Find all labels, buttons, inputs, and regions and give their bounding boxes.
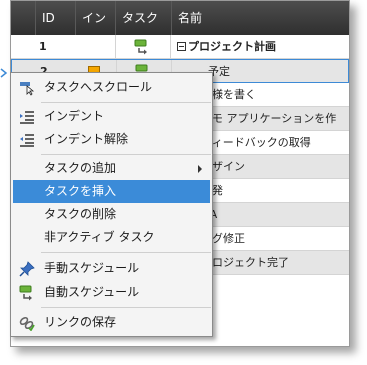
menu-item-label: 手動スケジュール (44, 261, 140, 275)
menu-item-label: タスクの追加 (44, 161, 117, 175)
menu-item-save-links[interactable]: リンクの保存 (13, 311, 210, 334)
row-indicator (75, 35, 115, 59)
menu-separator (41, 252, 211, 253)
header-cell-task-mode[interactable]: タスク (115, 1, 171, 35)
menu-item-label: タスクの削除 (44, 207, 117, 221)
row-name: プロジェクト計画 (171, 35, 349, 59)
current-row-marker-icon (0, 68, 8, 78)
context-menu: タスクへスクロール インデント インデント解除 タスクの追加 タスクを挿入 タス… (10, 72, 213, 337)
menu-item-label: タスクを挿入 (44, 184, 117, 198)
table-row[interactable]: 1 プロジェクト計画 (11, 35, 349, 59)
header-cell-row-selector[interactable] (11, 1, 35, 35)
collapse-icon[interactable] (177, 42, 186, 51)
menu-item-insert-task[interactable]: タスクを挿入 (13, 180, 210, 203)
menu-item-label: タスクへスクロール (44, 80, 153, 94)
pin-icon (19, 261, 35, 277)
menu-item-outdent[interactable]: インデント解除 (13, 128, 210, 151)
menu-item-scroll-to-task[interactable]: タスクへスクロール (13, 76, 210, 99)
row-task-mode (115, 35, 171, 59)
link-icon (19, 316, 35, 331)
menu-item-label: インデント (44, 109, 105, 123)
scroll-to-task-icon (20, 82, 35, 96)
menu-item-auto-schedule[interactable]: 自動スケジュール (13, 281, 210, 304)
row-name-text: プロジェクト計画 (188, 40, 276, 53)
menu-separator (41, 154, 211, 155)
header-cell-id[interactable]: ID (35, 1, 75, 35)
submenu-arrow-icon (198, 165, 202, 173)
auto-schedule-icon (19, 285, 32, 301)
row-id: 1 (39, 40, 47, 53)
menu-item-label: インデント解除 (44, 132, 129, 146)
header-cell-indicator[interactable]: イン (75, 1, 115, 35)
outdent-icon (20, 134, 34, 147)
indent-icon (20, 111, 34, 124)
auto-schedule-task-icon (134, 39, 147, 55)
menu-item-add-task[interactable]: タスクの追加 (13, 157, 210, 180)
grid-header: ID イン タスク 名前 (11, 1, 349, 35)
menu-item-label: リンクの保存 (44, 315, 117, 329)
header-cell-name[interactable]: 名前 (171, 1, 349, 35)
menu-item-delete-task[interactable]: タスクの削除 (13, 203, 210, 226)
menu-separator (41, 307, 211, 308)
menu-separator (41, 102, 211, 103)
menu-item-label: 自動スケジュール (44, 285, 140, 299)
menu-item-label: 非アクティブ タスク (44, 230, 155, 244)
menu-item-manual-schedule[interactable]: 手動スケジュール (13, 257, 210, 280)
menu-item-indent[interactable]: インデント (13, 105, 210, 128)
menu-item-inactivate-task[interactable]: 非アクティブ タスク (13, 226, 210, 249)
